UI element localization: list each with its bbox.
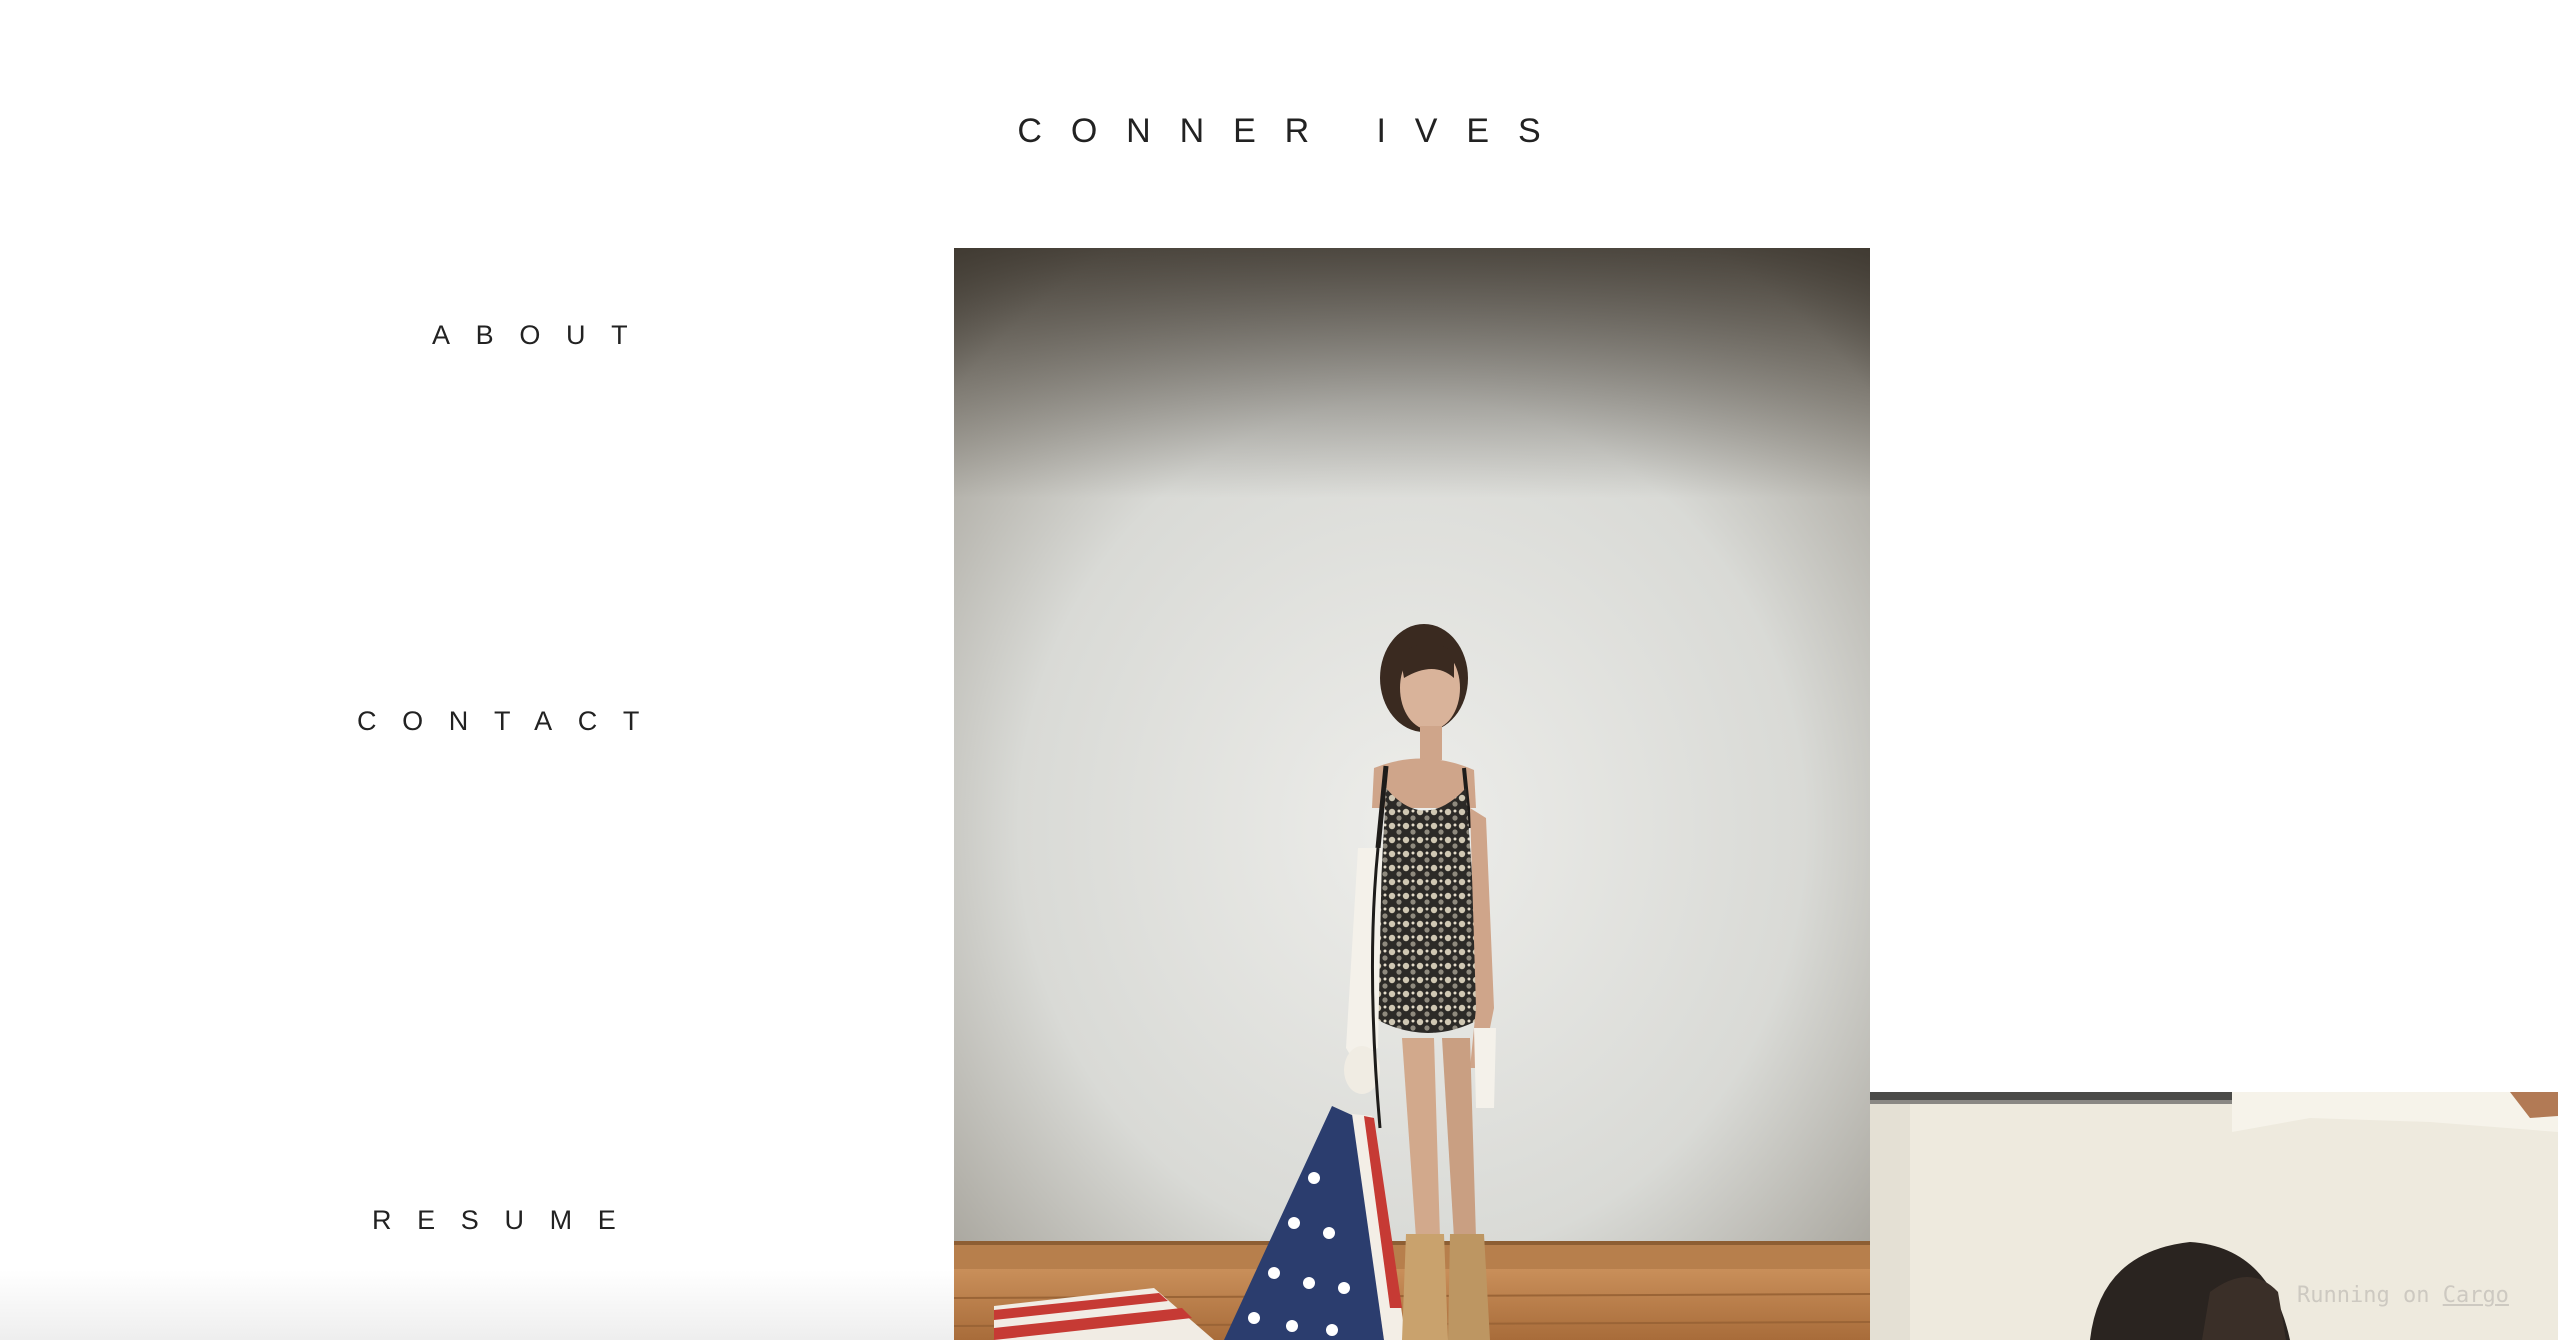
nav-resume-link[interactable]: RESUME: [372, 1205, 641, 1236]
nav-about-link[interactable]: ABOUT: [432, 320, 653, 351]
bottom-fade-overlay: [0, 1270, 954, 1340]
cargo-link[interactable]: Cargo: [2443, 1283, 2509, 1308]
running-on-cargo-badge: Running on Cargo: [2297, 1283, 2509, 1308]
site-title[interactable]: CONNER IVES: [0, 112, 2558, 151]
hero-photo[interactable]: [954, 248, 1870, 1340]
nav-contact-link[interactable]: CONTACT: [357, 706, 665, 737]
running-on-text: Running on: [2297, 1283, 2443, 1308]
